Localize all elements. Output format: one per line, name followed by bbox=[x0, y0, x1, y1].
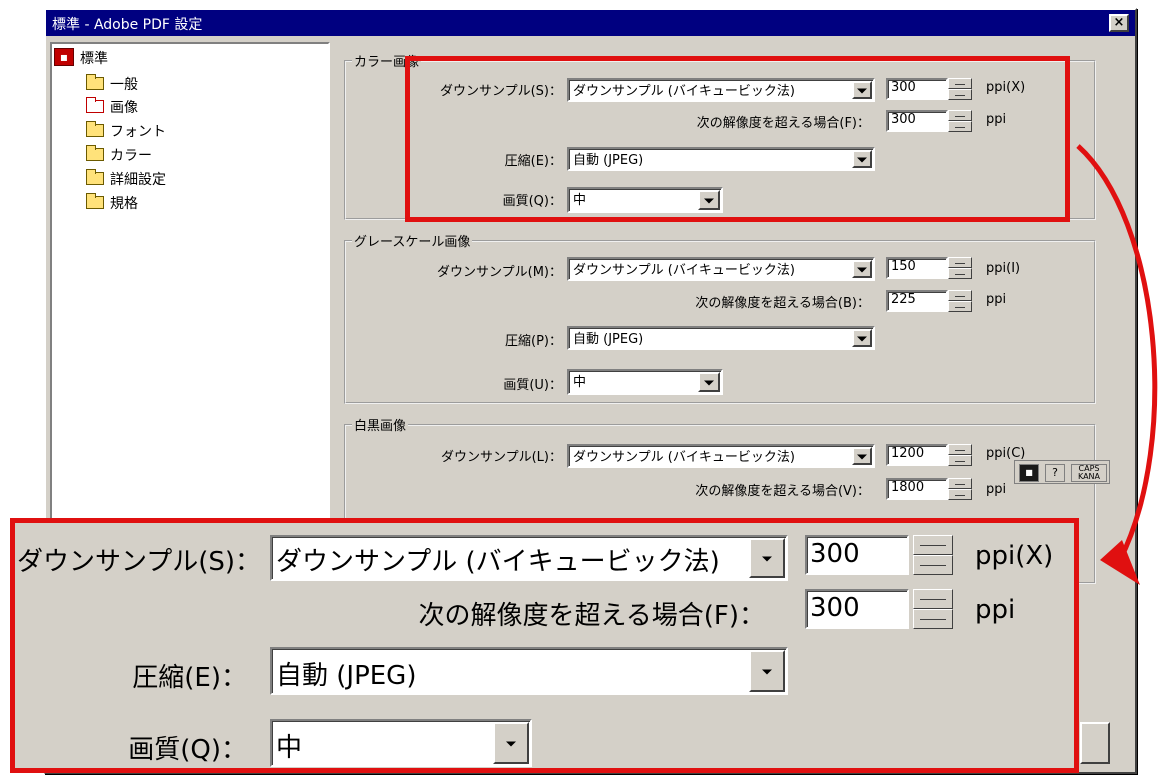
zoom-compression-select[interactable]: 自動 (JPEG) bbox=[270, 647, 788, 695]
gray-quality-select[interactable]: 中 bbox=[567, 369, 723, 395]
gray-compression-label: 圧縮(P)： bbox=[505, 334, 562, 349]
mono-downsample-value: ダウンサンプル (バイキュービック法) bbox=[573, 450, 795, 465]
zoom-quality-label: 画質(Q)： bbox=[128, 735, 247, 765]
gray-threshold-unit: ppi bbox=[986, 292, 1007, 307]
open-folder-icon bbox=[86, 97, 104, 113]
chevron-down-icon[interactable] bbox=[852, 329, 872, 347]
zoom-threshold-value: 300 bbox=[810, 593, 860, 623]
gray-threshold-input[interactable]: 225 bbox=[886, 290, 972, 312]
zoom-downsample-label: ダウンサンプル(S)： bbox=[17, 547, 262, 577]
chevron-down-icon[interactable] bbox=[852, 447, 872, 465]
gray-ppi-unit: ppi(I) bbox=[986, 261, 1021, 276]
gray-ppi-value: 150 bbox=[891, 259, 916, 274]
gray-quality-label: 画質(U)： bbox=[503, 378, 562, 393]
tree-item-general[interactable]: 一般 bbox=[110, 74, 138, 94]
ime-mode-icon[interactable]: ■ bbox=[1019, 464, 1039, 482]
tree-root-label[interactable]: 標準 bbox=[80, 48, 108, 68]
gray-ppi-input[interactable]: 150 bbox=[886, 257, 972, 279]
dialog-button[interactable] bbox=[1080, 722, 1110, 764]
zoom-threshold-unit: ppi bbox=[975, 595, 1016, 625]
mono-downsample-label: ダウンサンプル(L)： bbox=[441, 450, 562, 465]
tree-item-color[interactable]: カラー bbox=[110, 145, 152, 165]
zoom-threshold-label: 次の解像度を超える場合(F)： bbox=[418, 601, 765, 631]
folder-icon bbox=[86, 121, 104, 137]
title-bar: 標準 - Adobe PDF 設定 × bbox=[46, 10, 1135, 36]
spinner-icon[interactable] bbox=[948, 257, 972, 279]
monochrome-group-title: 白黒画像 bbox=[352, 415, 409, 434]
mono-ppi-input[interactable]: 1200 bbox=[886, 444, 972, 466]
gray-compression-value: 自動 (JPEG) bbox=[573, 332, 644, 347]
folder-icon bbox=[86, 74, 104, 90]
zoom-quality-select[interactable]: 中 bbox=[270, 719, 532, 767]
window-title: 標準 - Adobe PDF 設定 bbox=[52, 17, 203, 33]
spinner-icon[interactable] bbox=[913, 589, 953, 629]
gray-threshold-label: 次の解像度を超える場合(B)： bbox=[695, 296, 870, 311]
zoom-quality-value: 中 bbox=[276, 733, 303, 763]
mono-threshold-label: 次の解像度を超える場合(V)： bbox=[695, 484, 870, 499]
mono-threshold-unit: ppi bbox=[986, 482, 1007, 497]
spinner-icon[interactable] bbox=[913, 535, 953, 575]
tree-item-fonts[interactable]: フォント bbox=[110, 121, 166, 141]
close-button[interactable]: × bbox=[1109, 14, 1129, 32]
zoom-ppi-input[interactable]: 300 bbox=[805, 535, 953, 575]
chevron-down-icon[interactable] bbox=[698, 372, 720, 392]
gray-downsample-value: ダウンサンプル (バイキュービック法) bbox=[573, 263, 795, 278]
spinner-icon[interactable] bbox=[948, 444, 972, 466]
gray-downsample-select[interactable]: ダウンサンプル (バイキュービック法) bbox=[567, 257, 875, 281]
zoom-ppi-value: 300 bbox=[810, 539, 860, 569]
folder-icon bbox=[86, 193, 104, 209]
zoom-downsample-value: ダウンサンプル (バイキュービック法) bbox=[276, 547, 720, 577]
zoom-compression-value: 自動 (JPEG) bbox=[276, 661, 417, 691]
gray-downsample-label: ダウンサンプル(M)： bbox=[437, 265, 562, 280]
grayscale-group-title: グレースケール画像 bbox=[352, 231, 473, 250]
zoom-downsample-select[interactable]: ダウンサンプル (バイキュービック法) bbox=[270, 535, 788, 581]
mono-ppi-unit: ppi(C) bbox=[986, 446, 1026, 461]
chevron-down-icon[interactable] bbox=[493, 722, 529, 764]
folder-icon bbox=[86, 169, 104, 185]
tree-item-images[interactable]: 画像 bbox=[110, 97, 138, 117]
gray-compression-select[interactable]: 自動 (JPEG) bbox=[567, 326, 875, 350]
tree-item-standards[interactable]: 規格 bbox=[110, 193, 138, 213]
chevron-down-icon[interactable] bbox=[749, 538, 785, 578]
tree-item-advanced[interactable]: 詳細設定 bbox=[110, 169, 166, 189]
zoom-compression-label: 圧縮(E)： bbox=[132, 663, 247, 693]
mono-threshold-value: 1800 bbox=[891, 480, 925, 495]
gray-quality-value: 中 bbox=[573, 375, 587, 390]
spinner-icon[interactable] bbox=[948, 290, 972, 312]
gray-threshold-value: 225 bbox=[891, 292, 916, 307]
folder-icon bbox=[86, 145, 104, 161]
zoomed-callout: ダウンサンプル(S)： ダウンサンプル (バイキュービック法) 300 ppi(… bbox=[10, 518, 1079, 773]
pdf-settings-icon: ▪ bbox=[54, 48, 74, 66]
zoom-ppi-unit: ppi(X) bbox=[975, 541, 1054, 571]
zoom-threshold-input[interactable]: 300 bbox=[805, 589, 953, 629]
spinner-icon[interactable] bbox=[948, 478, 972, 500]
mono-threshold-input[interactable]: 1800 bbox=[886, 478, 972, 500]
mono-ppi-value: 1200 bbox=[891, 446, 925, 461]
highlight-box bbox=[405, 56, 1070, 222]
mono-downsample-select[interactable]: ダウンサンプル (バイキュービック法) bbox=[567, 444, 875, 468]
chevron-down-icon[interactable] bbox=[749, 650, 785, 692]
chevron-down-icon[interactable] bbox=[852, 260, 872, 278]
